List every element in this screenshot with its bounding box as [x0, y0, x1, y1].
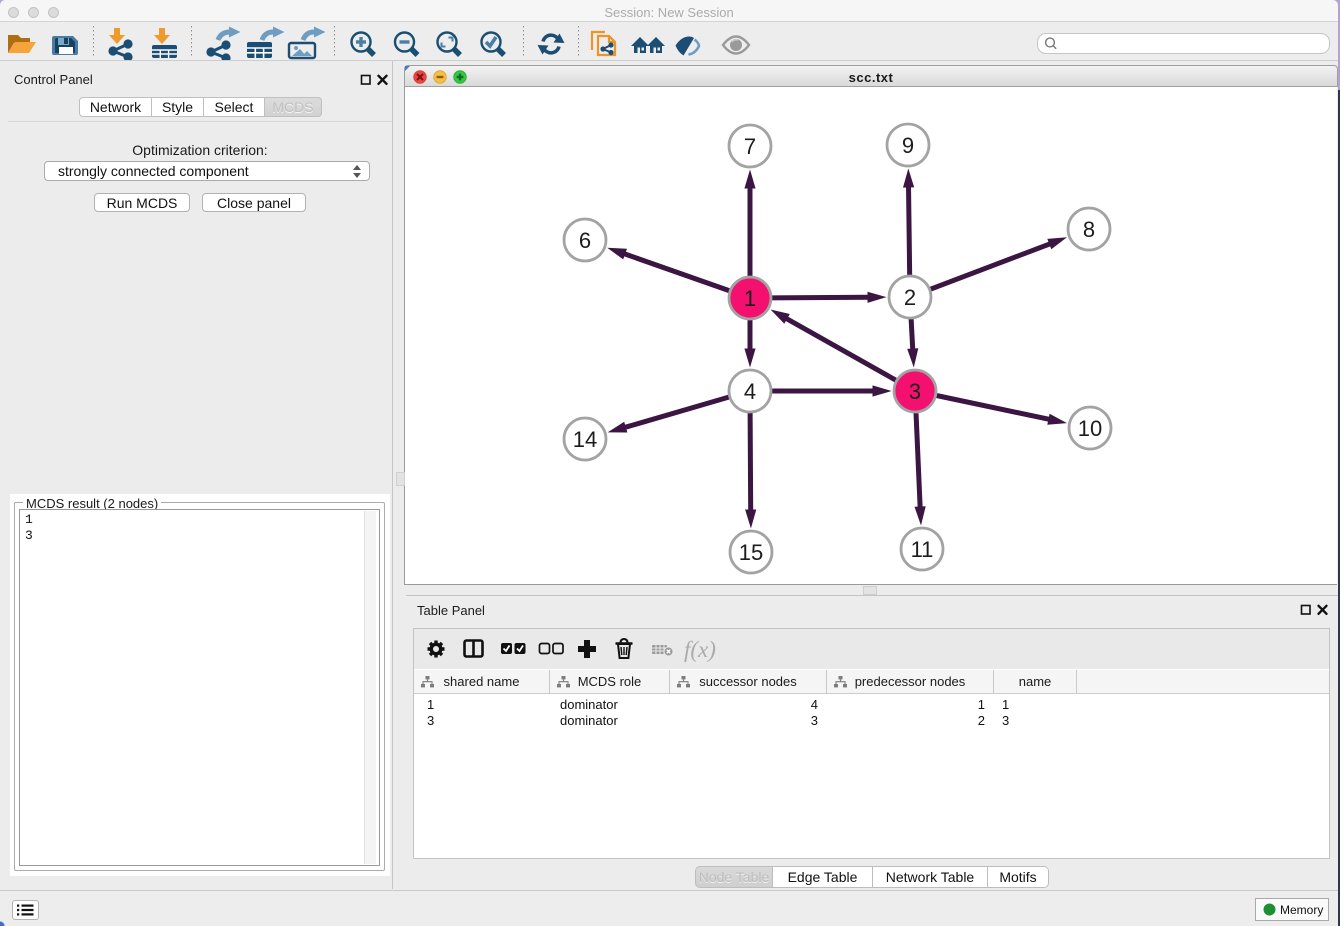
svg-text:6: 6 [579, 228, 591, 253]
svg-text:1: 1 [744, 286, 756, 311]
svg-text:15: 15 [739, 540, 763, 565]
svg-text:14: 14 [573, 427, 597, 452]
svg-text:7: 7 [744, 134, 756, 159]
svg-text:f(x): f(x) [684, 637, 716, 662]
svg-text:8: 8 [1083, 217, 1095, 242]
svg-text:2: 2 [904, 285, 916, 310]
svg-text:4: 4 [744, 379, 756, 404]
svg-text:10: 10 [1078, 416, 1102, 441]
svg-text:3: 3 [909, 379, 921, 404]
svg-text:11: 11 [911, 537, 934, 562]
svg-text:9: 9 [902, 133, 914, 158]
